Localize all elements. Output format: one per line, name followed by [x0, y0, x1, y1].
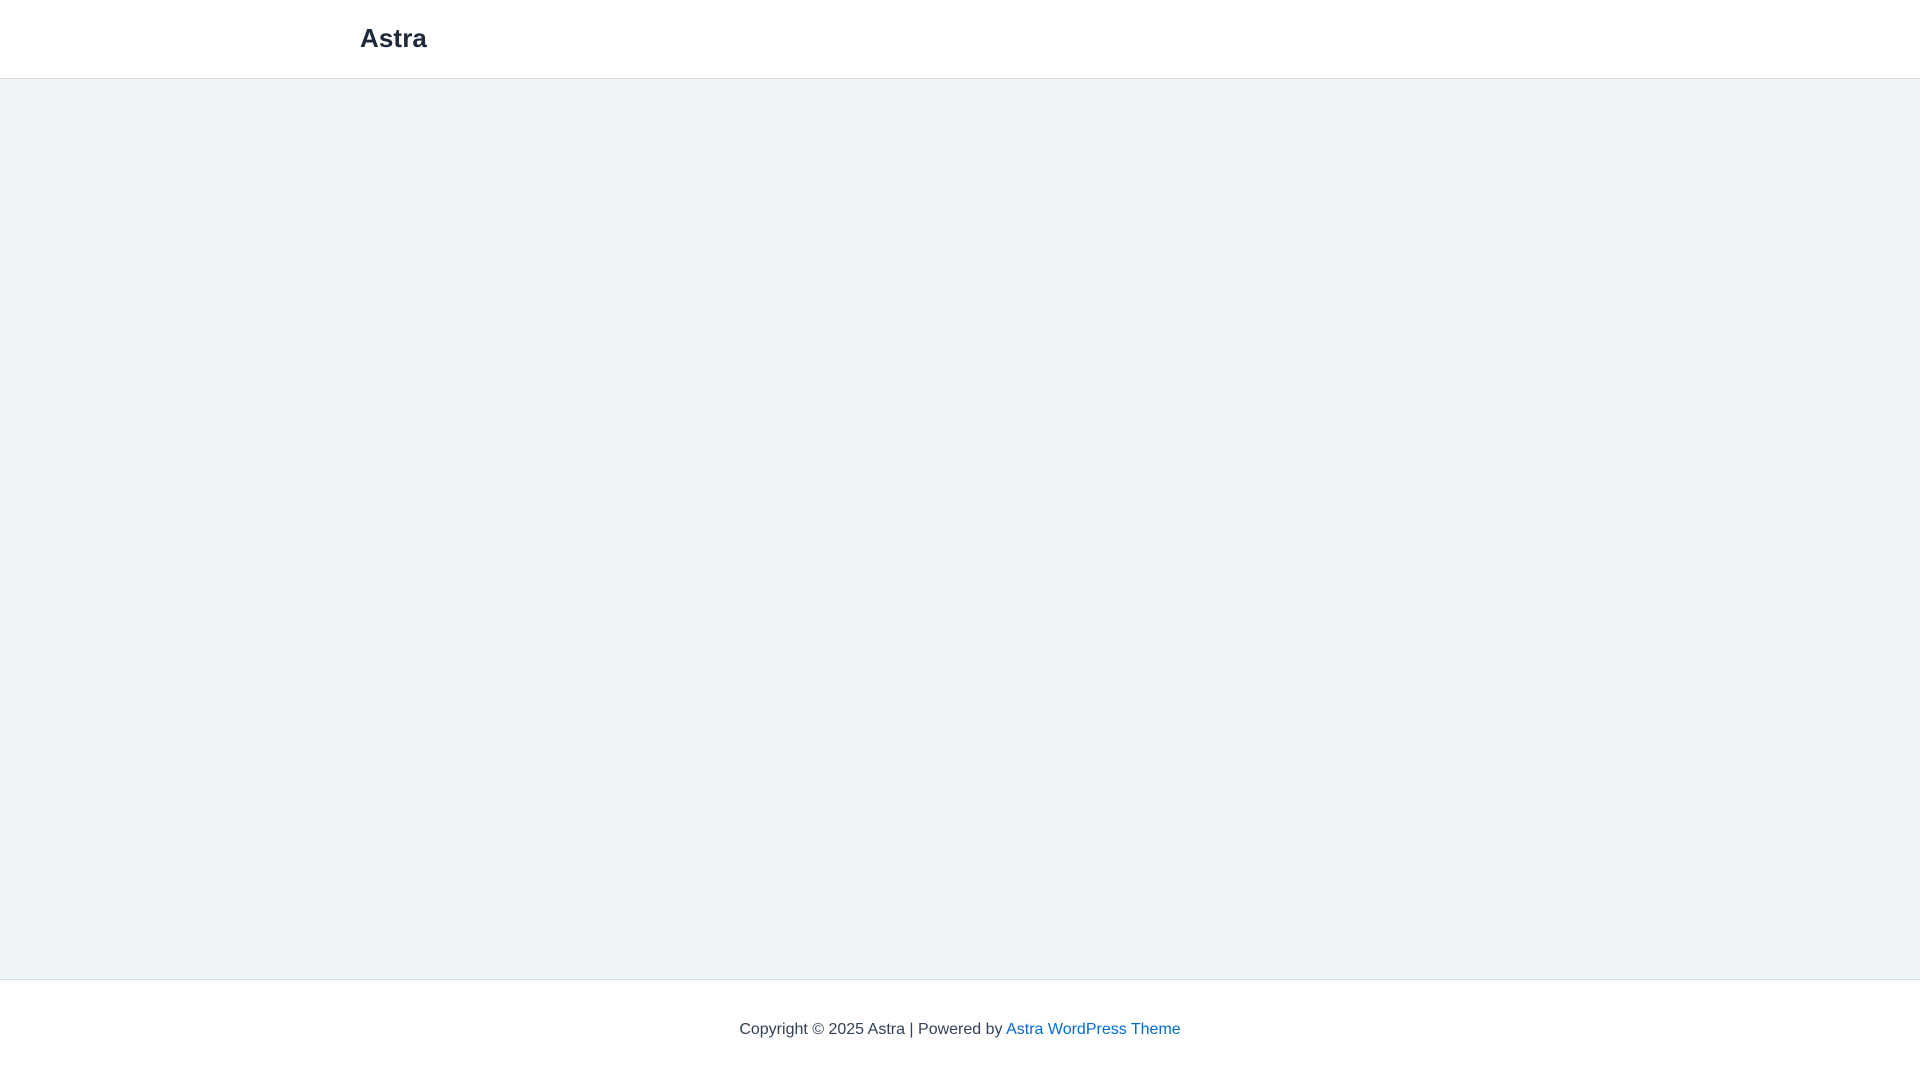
footer-copyright: Copyright © 2025 Astra | Powered by Astr…	[739, 1020, 1180, 1039]
theme-credit-link[interactable]: Astra WordPress Theme	[1006, 1021, 1181, 1038]
page: Astra Copyright © 2025 Astra | Powered b…	[0, 0, 1920, 1080]
site-header: Astra	[0, 0, 1920, 79]
site-title-link[interactable]: Astra	[360, 25, 427, 51]
site-footer: Copyright © 2025 Astra | Powered by Astr…	[0, 979, 1920, 1080]
main-content-area	[0, 79, 1920, 979]
copyright-text: Copyright © 2025 Astra | Powered by	[739, 1021, 1007, 1038]
